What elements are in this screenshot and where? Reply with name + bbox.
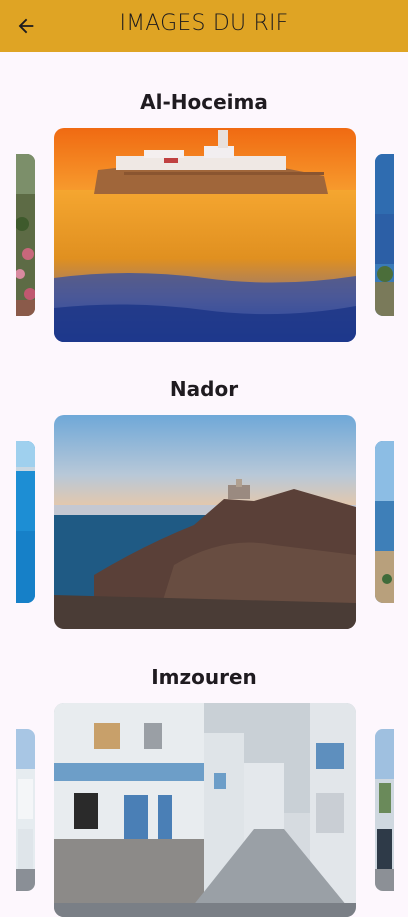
carousel-image-main[interactable] [54,415,356,629]
carousel-prev-image[interactable] [16,729,35,891]
carousel-next-image[interactable] [375,441,394,603]
section-title: Al-Hoceima [140,90,268,114]
carousel-next-image[interactable] [375,729,394,891]
coastal-cliff-lighthouse-photo [54,415,356,629]
section-title: Nador [169,377,239,401]
carousel-image-main[interactable] [54,703,356,917]
page-title: IMAGES DU RIF [119,11,289,36]
carousel-next-image[interactable] [375,154,394,316]
section-imzouren: Imzouren [0,663,408,917]
section-al-hoceima: Al-Hoceima [0,88,408,342]
section-nador: Nador [0,375,408,629]
image-carousel[interactable] [0,703,408,917]
section-title: Imzouren [151,665,257,689]
app-bar: IMAGES DU RIF [0,0,408,52]
image-carousel[interactable] [0,128,408,342]
carousel-prev-image[interactable] [16,154,35,316]
image-carousel[interactable] [0,415,408,629]
carousel-image-main[interactable] [54,128,356,342]
town-street-buildings-photo [54,703,356,917]
island-fortress-sunset-photo [54,128,356,342]
carousel-prev-image[interactable] [16,441,35,603]
